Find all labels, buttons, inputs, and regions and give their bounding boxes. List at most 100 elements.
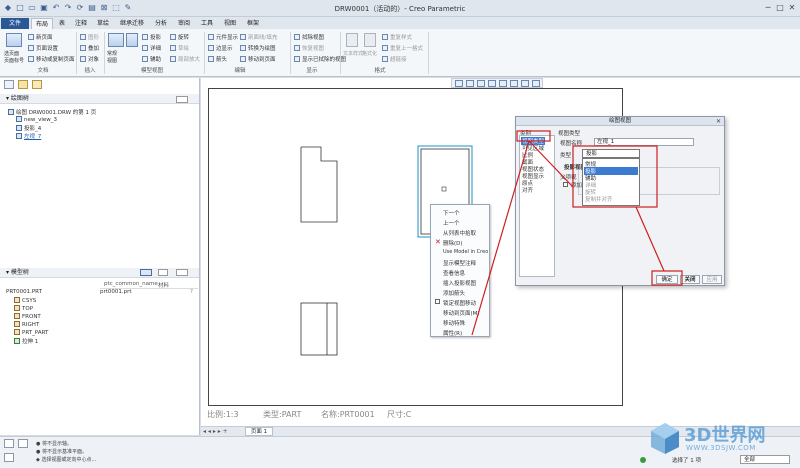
menu-item-insert-projection[interactable]: 插入投影视图 xyxy=(443,279,476,287)
category-alignment[interactable]: 对齐 xyxy=(522,186,533,194)
projection-button[interactable]: 投影 xyxy=(142,33,161,41)
format-icon[interactable] xyxy=(364,33,376,47)
tree-item-left-view-7[interactable]: 左视_7 xyxy=(16,132,41,140)
tab-table[interactable]: 表 xyxy=(55,18,69,29)
dialog-close-icon[interactable]: ✕ xyxy=(716,118,721,125)
partial-zoom-button[interactable]: 局部放大 xyxy=(170,55,200,63)
saved-orientations-icon[interactable] xyxy=(510,80,518,87)
datum-display-icon[interactable] xyxy=(521,80,529,87)
erase-view-button[interactable]: 拭除视图 xyxy=(294,33,324,41)
view-type-dropdown[interactable]: 投影 xyxy=(582,149,640,158)
menu-item-info[interactable]: 查看信息 xyxy=(443,269,465,277)
hatch-fill-button[interactable]: 剖面线/填充 xyxy=(240,33,277,41)
model-tree-settings-icon[interactable] xyxy=(176,269,188,276)
tab-legacy-migration[interactable]: 继承迁移 xyxy=(116,18,148,29)
status-name: 名称:PRT0001 xyxy=(321,410,375,419)
tree-item-front[interactable]: FRONT xyxy=(14,313,41,320)
folder-tab-icon[interactable] xyxy=(18,80,28,89)
tab-view[interactable]: 视图 xyxy=(220,18,240,29)
text-style-icon[interactable] xyxy=(346,33,358,47)
refit-icon[interactable] xyxy=(455,80,463,87)
new-sheet-button[interactable]: 新页面 xyxy=(28,33,53,41)
toggle-navigator-icon[interactable] xyxy=(4,439,14,448)
full-screen-icon[interactable] xyxy=(4,453,14,462)
auxiliary-button[interactable]: 辅助 xyxy=(142,55,161,63)
drawing-tree-settings-icon[interactable] xyxy=(176,96,188,103)
model-tree-tab-icon[interactable] xyxy=(4,80,14,89)
tab-tools[interactable]: 工具 xyxy=(197,18,217,29)
option-copy-align[interactable]: 复制并对齐 xyxy=(585,195,613,203)
menu-item-delete[interactable]: 删除(D) xyxy=(443,239,463,247)
zoom-in-icon[interactable] xyxy=(466,80,474,87)
annotation-display-icon[interactable] xyxy=(532,80,540,87)
menu-item-move-special[interactable]: 移动特殊 xyxy=(443,319,465,327)
ok-button[interactable]: 确定 xyxy=(656,275,678,284)
tab-review[interactable]: 审阅 xyxy=(174,18,194,29)
resume-view-button[interactable]: 恢复视图 xyxy=(294,44,324,52)
repeat-style-button[interactable]: 重复样式 xyxy=(382,33,412,41)
menu-item-lock-view-movement[interactable]: 锁定视图移动 xyxy=(443,299,476,307)
menu-item-properties[interactable]: 属性(R) xyxy=(443,329,462,337)
object-button[interactable]: 对象 xyxy=(80,55,99,63)
text-style-button[interactable]: 文本样式 xyxy=(343,50,363,57)
tab-sketch[interactable]: 草绘 xyxy=(93,18,113,29)
convert-to-draft-button[interactable]: 转换为绘图 xyxy=(240,44,276,52)
revolved-button[interactable]: 旋转 xyxy=(170,33,189,41)
select-sheet-button[interactable]: 选页面 页面标号 xyxy=(4,50,26,64)
tree-item-projection-4[interactable]: 投影_4 xyxy=(16,124,41,132)
move-copy-sheet-button[interactable]: 移动或复制页面 xyxy=(28,55,75,63)
edge-display-button[interactable]: 边显示 xyxy=(208,44,233,52)
menu-item-use-model-in-creo[interactable]: Use Model in Creo xyxy=(443,249,488,255)
overlay-button[interactable]: 叠加 xyxy=(80,44,99,52)
component-display-button[interactable]: 元件显示 xyxy=(208,33,238,41)
tab-annotate[interactable]: 注释 xyxy=(71,18,91,29)
view-name-input[interactable]: 左视_1 xyxy=(594,138,694,146)
sheet-nav-arrows[interactable]: ◂ ◂ ▸ ▸ + xyxy=(203,428,228,435)
detail-button[interactable]: 详细 xyxy=(142,44,161,52)
menu-item-show-model-annotations[interactable]: 显示模型注释 xyxy=(443,259,476,267)
tree-item-right[interactable]: RIGHT xyxy=(14,321,39,328)
show-erased-views-button[interactable]: 显示已拭除的视图 xyxy=(294,55,346,63)
tree-item-view-3[interactable]: new_view_3 xyxy=(16,116,57,123)
add-arrow-checkbox[interactable] xyxy=(563,182,568,187)
menu-item-add-arrows[interactable]: 添加箭头 xyxy=(443,289,465,297)
sheet-setup-button[interactable]: 页面设置 xyxy=(28,44,58,52)
maximize-icon[interactable]: □ xyxy=(774,3,786,13)
model-tree-root[interactable]: PRT0001.PRT xyxy=(6,289,42,295)
toggle-browser-icon[interactable] xyxy=(18,439,28,448)
tree-item-prt-part[interactable]: PRT_PART xyxy=(14,329,48,336)
display-style-icon[interactable] xyxy=(499,80,507,87)
menu-item-move-to-sheet[interactable]: 移动到页面(M) xyxy=(443,309,480,317)
zoom-out-icon[interactable] xyxy=(477,80,485,87)
repaint-icon[interactable] xyxy=(488,80,496,87)
close-button[interactable]: 关闭 xyxy=(680,275,700,284)
tree-item-top[interactable]: TOP xyxy=(14,305,33,312)
sketch-button[interactable]: 草绘 xyxy=(170,44,189,52)
select-sheet-icon[interactable] xyxy=(6,33,22,47)
menu-item-next[interactable]: 下一个 xyxy=(443,209,460,217)
drawing-button[interactable]: 图形 xyxy=(80,33,99,41)
repeat-last-format-button[interactable]: 重复上一格式 xyxy=(382,44,423,52)
format-button[interactable]: 格式化 xyxy=(362,50,377,57)
favorites-tab-icon[interactable] xyxy=(32,80,42,89)
tree-item-extrude-1[interactable]: 拉伸 1 xyxy=(14,337,38,345)
tree-item-csys[interactable]: CSYS xyxy=(14,297,36,304)
tab-layout[interactable]: 布局 xyxy=(31,18,53,29)
minimize-icon[interactable]: ─ xyxy=(762,3,774,13)
apply-button[interactable]: 应用 xyxy=(702,275,722,284)
show-icon[interactable] xyxy=(140,269,152,276)
menu-item-pick-from-list[interactable]: 从列表中拾取 xyxy=(443,229,476,237)
projection-view-icon[interactable] xyxy=(126,33,138,47)
tab-analysis[interactable]: 分析 xyxy=(151,18,171,29)
tab-file[interactable]: 文件 xyxy=(1,18,29,29)
menu-item-previous[interactable]: 上一个 xyxy=(443,219,460,227)
arrow-button[interactable]: 箭头 xyxy=(208,55,227,63)
general-view-icon[interactable] xyxy=(108,33,124,47)
tree-item-sheet[interactable]: 绘图 DRW0001.DRW 的第 1 页 xyxy=(8,108,96,116)
tab-frame[interactable]: 框架 xyxy=(243,18,263,29)
hyperlink-button[interactable]: 超链接 xyxy=(382,55,407,63)
move-to-sheet-button[interactable]: 移动到页面 xyxy=(240,55,276,63)
tab-sheet-1[interactable]: 页面 1 xyxy=(245,427,273,436)
close-icon[interactable]: ✕ xyxy=(786,3,798,13)
tree-filter-icon[interactable] xyxy=(158,269,168,276)
